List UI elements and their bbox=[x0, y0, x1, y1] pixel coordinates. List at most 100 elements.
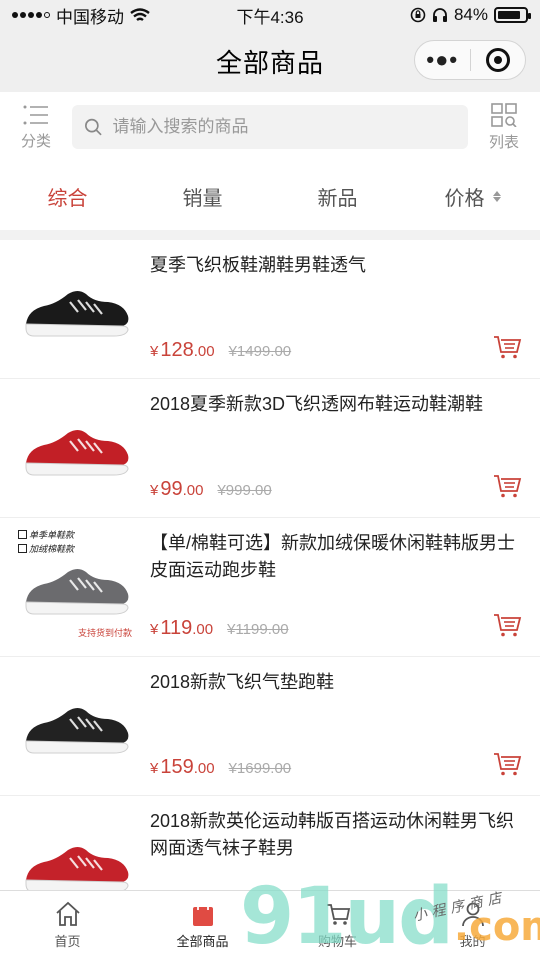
original-price: ¥1499.00 bbox=[228, 343, 292, 360]
add-to-cart-icon bbox=[494, 753, 522, 776]
status-right: 84% bbox=[410, 5, 531, 25]
tabbar-all-products[interactable]: 全部商品 bbox=[135, 891, 270, 960]
add-to-cart-button[interactable] bbox=[492, 612, 522, 643]
tabbar-label: 全部商品 bbox=[176, 934, 229, 949]
target-icon bbox=[485, 48, 510, 72]
price-row: ¥128.00 ¥1499.00 bbox=[150, 339, 291, 362]
product-item[interactable]: 单季单鞋款 加绒棉鞋款 支持货到付款 【单/棉鞋可选】新款加绒保暖休闲鞋韩版男士皮面运… bbox=[0, 518, 540, 657]
product-item[interactable]: 2018新款英伦运动韩版百搭运动休闲鞋男飞织网面透气袜子鞋男 bbox=[0, 796, 540, 890]
shoe-image bbox=[25, 429, 129, 475]
current-price: ¥119.00 bbox=[150, 617, 213, 640]
product-item[interactable]: 2018夏季新款3D飞织透网布鞋运动鞋潮鞋 ¥99.00 ¥999.00 bbox=[0, 379, 540, 518]
price-integer: 99 bbox=[160, 478, 183, 500]
product-name: 2018新款英伦运动韩版百搭运动休闲鞋男飞织网面透气袜子鞋男 bbox=[150, 811, 515, 858]
status-left: 中国移动 bbox=[12, 3, 150, 28]
product-info: 2018新款英伦运动韩版百搭运动休闲鞋男飞织网面透气袜子鞋男 bbox=[134, 796, 524, 890]
currency-symbol: ¥ bbox=[150, 343, 159, 360]
product-thumbnail[interactable] bbox=[20, 657, 134, 796]
signal-icon bbox=[12, 12, 50, 18]
tabbar-label: 我的 bbox=[459, 934, 486, 949]
tab-sales[interactable]: 销量 bbox=[135, 182, 270, 211]
price-row: ¥99.00 ¥999.00 bbox=[150, 478, 272, 501]
tabbar-home[interactable]: 首页 bbox=[0, 891, 135, 960]
tab-new[interactable]: 新品 bbox=[270, 182, 405, 211]
currency-symbol: ¥ bbox=[150, 760, 159, 777]
search-row: 分类 列表 bbox=[0, 92, 540, 162]
product-item[interactable]: 夏季飞织板鞋潮鞋男鞋透气 ¥128.00 ¥1499.00 bbox=[0, 240, 540, 379]
list-label: 列表 bbox=[488, 133, 519, 151]
rotation-lock-icon bbox=[410, 7, 426, 23]
tabbar-label: 首页 bbox=[54, 934, 81, 949]
page-title: 全部商品 bbox=[215, 47, 324, 78]
currency-symbol: ¥ bbox=[150, 482, 159, 499]
status-bar: 中国移动 下午4:36 84% bbox=[0, 0, 540, 30]
tabbar-me[interactable]: 我的 bbox=[405, 891, 540, 960]
product-item[interactable]: 2018新款飞织气垫跑鞋 ¥159.00 ¥1699.00 bbox=[0, 657, 540, 796]
tab-label: 价格 bbox=[444, 187, 485, 210]
search-icon bbox=[85, 118, 102, 136]
miniprogram-capsule: •●• bbox=[414, 40, 526, 80]
price-decimal: .00 bbox=[182, 482, 204, 499]
product-info: 夏季飞织板鞋潮鞋男鞋透气 ¥128.00 ¥1499.00 bbox=[134, 240, 524, 378]
add-to-cart-icon bbox=[494, 336, 522, 359]
tab-label: 综合 bbox=[47, 187, 88, 210]
add-to-cart-icon bbox=[494, 614, 522, 637]
price-decimal: .00 bbox=[192, 621, 214, 638]
tab-price[interactable]: 价格 bbox=[405, 182, 540, 211]
original-price: ¥999.00 bbox=[217, 482, 272, 499]
current-price: ¥99.00 bbox=[150, 478, 203, 501]
shopping-bag-icon bbox=[192, 901, 213, 926]
price-decimal: .00 bbox=[193, 343, 215, 360]
product-thumbnail[interactable] bbox=[20, 796, 134, 890]
current-price: ¥159.00 bbox=[150, 756, 215, 779]
add-to-cart-button[interactable] bbox=[492, 473, 522, 504]
menu-list-icon bbox=[23, 105, 48, 124]
price-decimal: .00 bbox=[193, 760, 215, 777]
add-to-cart-button[interactable] bbox=[492, 334, 522, 365]
battery-icon bbox=[494, 7, 531, 23]
sort-arrows-icon bbox=[492, 190, 501, 202]
product-info: 【单/棉鞋可选】新款加绒保暖休闲鞋韩版男士皮面运动跑步鞋 ¥119.00 ¥1199… bbox=[134, 518, 524, 656]
image-tag: 单季单鞋款 bbox=[29, 530, 75, 540]
cart-icon bbox=[326, 904, 350, 925]
product-thumbnail[interactable] bbox=[20, 240, 134, 379]
shoe-image bbox=[25, 290, 129, 336]
price-integer: 128 bbox=[160, 339, 194, 361]
image-tag: 加绒棉鞋款 bbox=[29, 544, 75, 554]
headphones-icon bbox=[432, 8, 447, 22]
tab-label: 销量 bbox=[182, 187, 223, 210]
tab-comprehensive[interactable]: 综合 bbox=[0, 182, 135, 211]
battery-percent: 84% bbox=[453, 5, 488, 24]
more-button[interactable]: •●• bbox=[415, 41, 470, 79]
price-row: ¥119.00 ¥1199.00 bbox=[150, 617, 289, 640]
tabbar-cart[interactable]: 购物车 bbox=[270, 891, 405, 960]
shoe-image bbox=[25, 846, 129, 890]
search-box[interactable] bbox=[72, 105, 468, 149]
shoe-image bbox=[25, 707, 129, 753]
image-tags: 单季单鞋款加绒棉鞋款 bbox=[18, 528, 74, 556]
product-thumbnail[interactable]: 单季单鞋款加绒棉鞋款支持货到付款 bbox=[18, 518, 134, 657]
carrier-name: 中国移动 bbox=[56, 7, 124, 27]
wifi-icon bbox=[130, 7, 150, 21]
product-name: 【单/棉鞋可选】新款加绒保暖休闲鞋韩版男士皮面运动跑步鞋 bbox=[150, 533, 515, 580]
shoe-image bbox=[25, 568, 129, 614]
product-list[interactable]: 夏季飞织板鞋潮鞋男鞋透气 ¥128.00 ¥1499.00 2018夏季新款3D飞织透… bbox=[0, 240, 540, 890]
home-icon bbox=[55, 901, 80, 926]
product-thumbnail[interactable] bbox=[20, 379, 134, 518]
list-view-button[interactable]: 列表 bbox=[468, 92, 540, 162]
tab-label: 新品 bbox=[317, 187, 358, 210]
more-dots-icon: •●• bbox=[426, 47, 459, 72]
price-row: ¥159.00 ¥1699.00 bbox=[150, 756, 291, 779]
currency-symbol: ¥ bbox=[150, 621, 159, 638]
close-miniprogram-button[interactable] bbox=[471, 41, 526, 79]
price-integer: 159 bbox=[160, 756, 194, 778]
product-name: 2018新款飞织气垫跑鞋 bbox=[150, 672, 335, 692]
grid-view-icon bbox=[491, 102, 517, 127]
image-note: 支持货到付款 bbox=[77, 628, 132, 638]
search-input[interactable] bbox=[112, 117, 456, 137]
original-price: ¥1699.00 bbox=[228, 760, 292, 777]
product-info: 2018新款飞织气垫跑鞋 ¥159.00 ¥1699.00 bbox=[134, 657, 524, 795]
category-button[interactable]: 分类 bbox=[0, 92, 72, 162]
original-price: ¥1199.00 bbox=[227, 621, 289, 638]
add-to-cart-button[interactable] bbox=[492, 751, 522, 782]
